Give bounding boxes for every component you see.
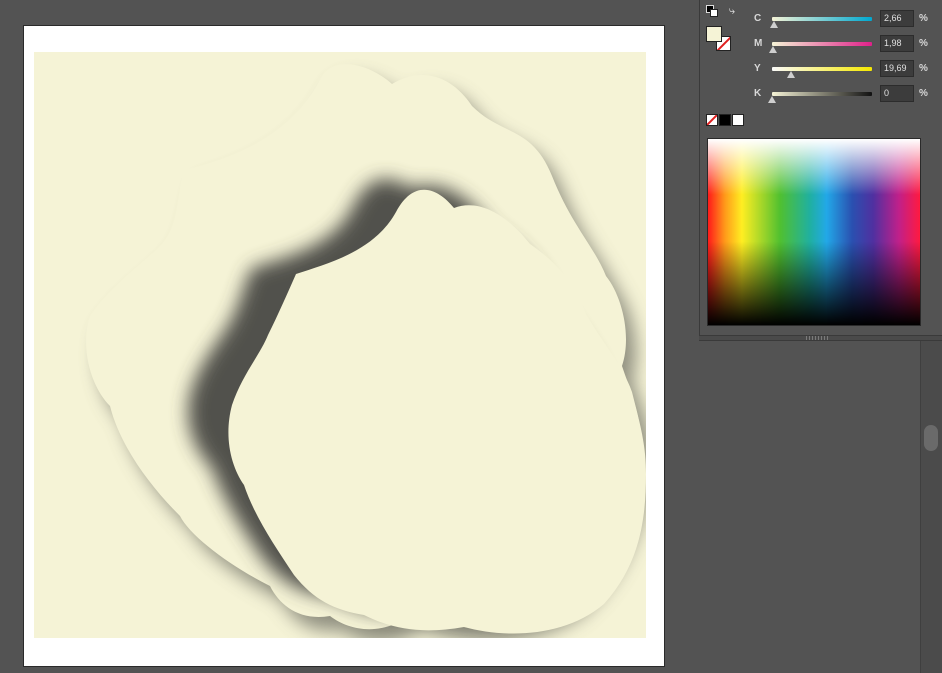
cyan-slider-track[interactable] (772, 17, 872, 21)
magenta-slider-thumb[interactable] (769, 46, 777, 53)
black-unit: % (919, 88, 928, 99)
yellow-unit: % (919, 63, 928, 74)
fill-swatch[interactable] (706, 26, 722, 42)
black-swatch[interactable] (719, 114, 731, 126)
document-canvas[interactable] (23, 25, 665, 667)
white-swatch[interactable] (732, 114, 744, 126)
black-slider-track[interactable] (772, 92, 872, 96)
magenta-value-field[interactable]: 1,98 (880, 35, 914, 52)
magenta-unit: % (919, 38, 928, 49)
panel-resize-bar[interactable] (699, 335, 942, 341)
color-panel: ⤷ C 2,66 % M 1,98 % Y 19,69 % K 0 % (699, 0, 942, 340)
default-colors-icon[interactable] (706, 5, 718, 17)
cyan-value-field[interactable]: 2,66 (880, 10, 914, 27)
cyan-unit: % (919, 13, 928, 24)
yellow-label: Y (754, 63, 761, 74)
yellow-value-field[interactable]: 19,69 (880, 60, 914, 77)
color-spectrum[interactable] (707, 138, 921, 326)
magenta-slider-track[interactable] (772, 42, 872, 46)
scrollbar-thumb[interactable] (924, 425, 938, 451)
cyan-label: C (754, 13, 762, 24)
artboard[interactable] (34, 52, 646, 638)
black-row: K 0 % (750, 85, 940, 103)
none-swatch-icon[interactable] (706, 114, 718, 126)
black-value-field[interactable]: 0 (880, 85, 914, 102)
panel-grip-icon[interactable] (806, 336, 828, 340)
artwork-shapes[interactable] (34, 52, 646, 638)
cyan-slider-thumb[interactable] (770, 21, 778, 28)
swap-colors-icon[interactable]: ⤷ (726, 5, 738, 17)
yellow-row: Y 19,69 % (750, 60, 940, 78)
black-label: K (754, 88, 762, 99)
yellow-slider-thumb[interactable] (787, 71, 795, 78)
magenta-row: M 1,98 % (750, 35, 940, 53)
black-slider-thumb[interactable] (768, 96, 776, 103)
magenta-label: M (754, 38, 763, 49)
cyan-row: C 2,66 % (750, 10, 940, 28)
vertical-scrollbar[interactable] (920, 341, 942, 673)
